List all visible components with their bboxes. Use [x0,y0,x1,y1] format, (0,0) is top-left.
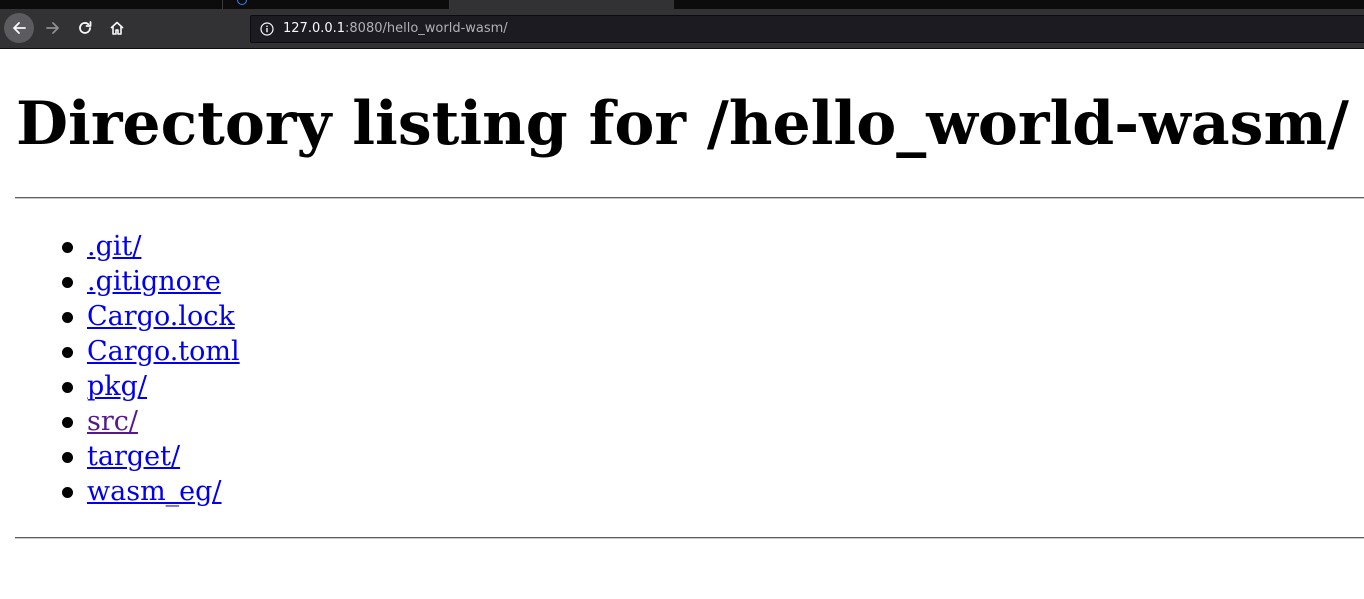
home-icon [110,21,124,35]
forward-button[interactable] [38,13,68,43]
list-item: target/ [0,439,240,474]
list-item: wasm_eg/ [0,474,240,509]
url-path: :8080/hello_world-wasm/ [345,21,508,36]
info-icon[interactable] [260,22,274,36]
entry-link[interactable]: wasm_eg/ [87,476,222,507]
bullet-icon [62,417,73,428]
divider-bottom [15,537,1364,539]
list-item: pkg/ [0,369,240,404]
entry-link[interactable]: .git/ [87,231,141,262]
url-text[interactable]: 127.0.0.1:8080/hello_world-wasm/ [283,16,508,42]
tab-strip [0,0,1364,9]
entry-link[interactable]: Cargo.lock [87,301,235,332]
list-item: .gitignore [0,264,240,299]
tab-1[interactable] [0,0,223,9]
list-item: Cargo.toml [0,334,240,369]
page-title: Directory listing for /hello_world-wasm/ [16,89,1349,159]
home-button[interactable] [102,13,132,43]
bullet-icon [62,277,73,288]
browser-toolbar: 127.0.0.1:8080/hello_world-wasm/ [0,9,1364,49]
reload-icon [79,21,92,34]
entry-link[interactable]: pkg/ [87,371,147,402]
directory-listing: .git/ .gitignore Cargo.lock Cargo.toml p… [0,229,240,509]
entry-link[interactable]: target/ [87,441,180,472]
arrow-left-icon [13,22,26,34]
list-item: .git/ [0,229,240,264]
entry-link[interactable]: Cargo.toml [87,336,240,367]
bullet-icon [62,242,73,253]
list-item: src/ [0,404,240,439]
tab-2[interactable] [223,0,450,9]
entry-link[interactable]: .gitignore [87,266,221,297]
bullet-icon [62,312,73,323]
tab-active[interactable] [450,0,674,9]
entry-link-visited[interactable]: src/ [87,406,138,437]
divider-top [15,197,1364,199]
list-item: Cargo.lock [0,299,240,334]
arrow-right-icon [46,22,59,34]
bullet-icon [62,382,73,393]
bullet-icon [62,452,73,463]
url-host: 127.0.0.1 [283,21,346,36]
back-button[interactable] [4,13,34,43]
bullet-icon [62,487,73,498]
bullet-icon [62,347,73,358]
url-bar[interactable]: 127.0.0.1:8080/hello_world-wasm/ [250,15,1364,43]
reload-button[interactable] [70,13,100,43]
